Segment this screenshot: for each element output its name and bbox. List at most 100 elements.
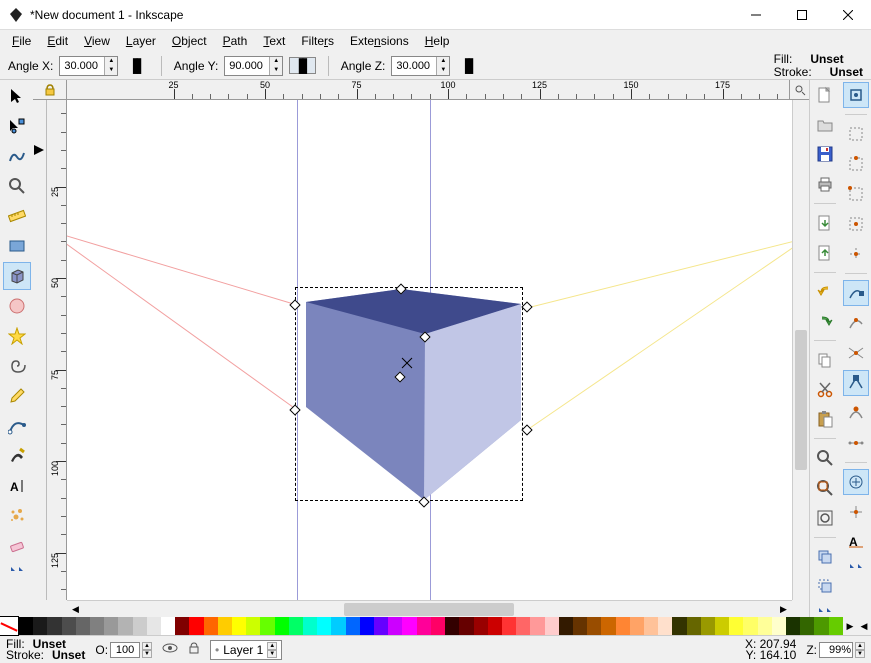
- angle-z-input[interactable]: ▲▼: [391, 56, 450, 76]
- palette-scroll-right[interactable]: ▶: [843, 617, 857, 635]
- layer-visibility-icon[interactable]: [162, 642, 178, 657]
- tool-calligraphy[interactable]: [3, 442, 31, 470]
- cmd-zoom-selection[interactable]: [812, 445, 838, 471]
- menu-edit[interactable]: Edit: [39, 32, 76, 50]
- swatch[interactable]: [204, 617, 218, 635]
- tool-selector[interactable]: [3, 82, 31, 110]
- palette-menu[interactable]: ◀: [857, 617, 871, 635]
- layer-lock-icon[interactable]: [188, 641, 200, 658]
- cmd-redo[interactable]: [812, 308, 838, 334]
- cmd-import[interactable]: [812, 210, 838, 236]
- snap-more[interactable]: [843, 559, 869, 573]
- tool-spray[interactable]: [3, 502, 31, 530]
- menu-extensions[interactable]: Extensions: [342, 32, 417, 50]
- cmd-save[interactable]: [812, 142, 838, 168]
- swatch[interactable]: [90, 617, 104, 635]
- minimize-button[interactable]: [733, 0, 779, 30]
- swatch[interactable]: [218, 617, 232, 635]
- snap-bbox-corner[interactable]: [843, 181, 869, 207]
- canvas[interactable]: [67, 100, 792, 600]
- swatch[interactable]: [402, 617, 416, 635]
- swatch[interactable]: [559, 617, 573, 635]
- cmd-more[interactable]: [812, 603, 838, 617]
- swatch[interactable]: [573, 617, 587, 635]
- tool-spiral[interactable]: [3, 352, 31, 380]
- snap-intersection[interactable]: [843, 340, 869, 366]
- snap-cusp-node[interactable]: [843, 370, 869, 396]
- tool-zoom[interactable]: [3, 172, 31, 200]
- maximize-button[interactable]: [779, 0, 825, 30]
- swatch[interactable]: [814, 617, 828, 635]
- snap-bbox-edge[interactable]: [843, 151, 869, 177]
- snap-rotation-center[interactable]: [843, 499, 869, 525]
- tool-text[interactable]: A: [3, 472, 31, 500]
- swatch[interactable]: [303, 617, 317, 635]
- swatch[interactable]: [516, 617, 530, 635]
- tool-pencil[interactable]: [3, 382, 31, 410]
- status-fill-stroke[interactable]: Fill:Unset Stroke:Unset: [6, 639, 85, 661]
- tool-circle[interactable]: [3, 292, 31, 320]
- swatch[interactable]: [317, 617, 331, 635]
- snap-center[interactable]: [843, 469, 869, 495]
- menu-file[interactable]: File: [4, 32, 39, 50]
- swatch[interactable]: [715, 617, 729, 635]
- tool-node-editor[interactable]: [3, 112, 31, 140]
- swatch[interactable]: [118, 617, 132, 635]
- swatch[interactable]: [275, 617, 289, 635]
- snap-master-toggle[interactable]: [843, 82, 869, 108]
- swatch[interactable]: [374, 617, 388, 635]
- tool-tweak[interactable]: [3, 142, 31, 170]
- swatch[interactable]: [331, 617, 345, 635]
- swatch[interactable]: [800, 617, 814, 635]
- layer-selector[interactable]: • Layer 1 ▲▼: [210, 640, 282, 660]
- tool-3d-box[interactable]: [3, 262, 31, 290]
- swatch[interactable]: [545, 617, 559, 635]
- swatch[interactable]: [246, 617, 260, 635]
- swatch[interactable]: [530, 617, 544, 635]
- swatch[interactable]: [729, 617, 743, 635]
- swatch[interactable]: [488, 617, 502, 635]
- swatch[interactable]: [672, 617, 686, 635]
- swatch[interactable]: [161, 617, 175, 635]
- swatch[interactable]: [289, 617, 303, 635]
- menu-layer[interactable]: Layer: [118, 32, 164, 50]
- swatch[interactable]: [232, 617, 246, 635]
- swatch[interactable]: [616, 617, 630, 635]
- close-button[interactable]: [825, 0, 871, 30]
- scrollbar-horizontal[interactable]: ◀ ▶: [67, 600, 792, 617]
- swatch[interactable]: [772, 617, 786, 635]
- snap-text-baseline[interactable]: A: [843, 529, 869, 555]
- cmd-open[interactable]: [812, 112, 838, 138]
- angle-x-input[interactable]: ▲▼: [59, 56, 118, 76]
- scrollbar-vertical[interactable]: [792, 100, 809, 600]
- tool-star[interactable]: [3, 322, 31, 350]
- swatch[interactable]: [658, 617, 672, 635]
- cmd-duplicate[interactable]: [812, 544, 838, 570]
- cmd-new[interactable]: [812, 82, 838, 108]
- swatch[interactable]: [104, 617, 118, 635]
- ruler-zoom-icon[interactable]: [789, 80, 809, 100]
- swatch[interactable]: [701, 617, 715, 635]
- tool-eraser[interactable]: [3, 532, 31, 560]
- cmd-copy[interactable]: [812, 347, 838, 373]
- cmd-cut[interactable]: [812, 377, 838, 403]
- status-opacity[interactable]: O: ▲▼: [95, 642, 152, 658]
- swatch[interactable]: [587, 617, 601, 635]
- cmd-undo[interactable]: [812, 279, 838, 305]
- swatch[interactable]: [360, 617, 374, 635]
- swatch[interactable]: [19, 617, 33, 635]
- swatch[interactable]: [76, 617, 90, 635]
- swatch[interactable]: [175, 617, 189, 635]
- swatch[interactable]: [445, 617, 459, 635]
- cmd-print[interactable]: [812, 171, 838, 197]
- swatch[interactable]: [147, 617, 161, 635]
- swatch[interactable]: [758, 617, 772, 635]
- tool-rectangle[interactable]: [3, 232, 31, 260]
- swatch[interactable]: [474, 617, 488, 635]
- cmd-export[interactable]: [812, 240, 838, 266]
- cmd-clone[interactable]: [812, 573, 838, 599]
- snap-midpoint[interactable]: [843, 430, 869, 456]
- swatch-none[interactable]: [0, 617, 18, 635]
- swatch[interactable]: [133, 617, 147, 635]
- snap-bbox-toggle[interactable]: [843, 121, 869, 147]
